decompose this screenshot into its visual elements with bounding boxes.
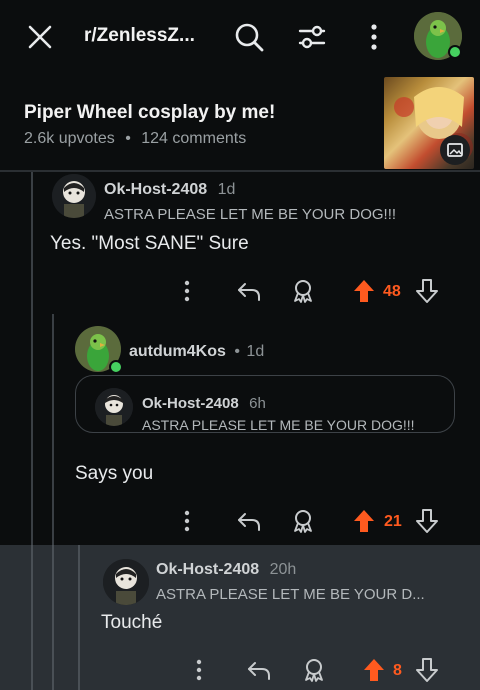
close-icon[interactable]: [26, 23, 54, 51]
comment-avatar[interactable]: [103, 559, 149, 605]
quoted-header: Ok-Host-2408 6h: [142, 395, 266, 413]
comment-body: Touché: [101, 612, 163, 633]
reply-icon[interactable]: [246, 658, 272, 682]
award-icon[interactable]: [290, 508, 316, 534]
top-bar: r/ZenlessZ...: [0, 0, 480, 74]
thread-line[interactable]: [78, 545, 80, 690]
search-icon[interactable]: [233, 21, 265, 53]
meta-separator: •: [234, 343, 240, 360]
reply-icon[interactable]: [236, 509, 262, 533]
quoted-username: Ok-Host-2408: [142, 395, 239, 412]
thread-line[interactable]: [31, 545, 33, 690]
post-thumbnail[interactable]: [384, 77, 474, 169]
comment-username[interactable]: Ok-Host-2408: [104, 181, 207, 198]
comment-time: 20h: [269, 561, 297, 578]
subreddit-title[interactable]: r/ZenlessZ...: [84, 25, 195, 47]
quoted-avatar: [95, 388, 133, 426]
post-title[interactable]: Piper Wheel cosplay by me!: [24, 102, 275, 124]
comment-username[interactable]: autdum4Kos: [129, 343, 226, 360]
vote-count: 21: [384, 513, 402, 530]
user-flair: ASTRA PLEASE LET ME BE YOUR DOG!!!: [104, 206, 397, 223]
meta-separator: •: [125, 130, 131, 147]
quoted-time: 6h: [249, 395, 266, 412]
vote-count: 48: [383, 283, 401, 300]
award-icon[interactable]: [301, 657, 327, 683]
upvote-icon[interactable]: [352, 508, 376, 534]
comment-header: Ok-Host-2408 1d: [104, 181, 235, 199]
comment-avatar[interactable]: [52, 174, 96, 218]
more-options-icon[interactable]: [189, 658, 209, 682]
header-divider: [0, 170, 480, 172]
quoted-flair: ASTRA PLEASE LET ME BE YOUR DOG!!!: [142, 417, 415, 433]
downvote-icon[interactable]: [415, 278, 439, 304]
image-gallery-icon: [440, 135, 470, 165]
comment-time: 1d: [246, 343, 265, 360]
comment-body: Yes. "Most SANE" Sure: [50, 233, 249, 254]
thread-line[interactable]: [52, 545, 54, 690]
downvote-icon[interactable]: [415, 657, 439, 683]
comment-count: 124 comments: [141, 130, 247, 147]
more-vertical-icon[interactable]: [364, 22, 384, 52]
upvote-icon[interactable]: [352, 278, 376, 304]
vote-count: 8: [393, 662, 402, 679]
user-flair: ASTRA PLEASE LET ME BE YOUR D...: [156, 586, 425, 603]
post-meta: 2.6k upvotes • 124 comments: [24, 130, 246, 148]
filter-icon[interactable]: [296, 21, 328, 53]
more-options-icon[interactable]: [177, 279, 197, 303]
thread-line[interactable]: [52, 314, 54, 545]
comment-body: Says you: [75, 463, 154, 484]
more-options-icon[interactable]: [177, 509, 197, 533]
upvote-icon[interactable]: [362, 657, 386, 683]
comment-header: Ok-Host-2408 20h: [156, 561, 296, 579]
comment-time: 1d: [217, 181, 236, 198]
downvote-icon[interactable]: [415, 508, 439, 534]
online-status-dot: [448, 45, 462, 59]
thread-line[interactable]: [31, 172, 33, 545]
online-status-dot: [109, 360, 123, 374]
reply-icon[interactable]: [236, 279, 262, 303]
comment-username[interactable]: Ok-Host-2408: [156, 561, 259, 578]
comment-header: autdum4Kos • 1d: [129, 343, 264, 361]
award-icon[interactable]: [290, 278, 316, 304]
upvote-count: 2.6k upvotes: [24, 130, 115, 147]
